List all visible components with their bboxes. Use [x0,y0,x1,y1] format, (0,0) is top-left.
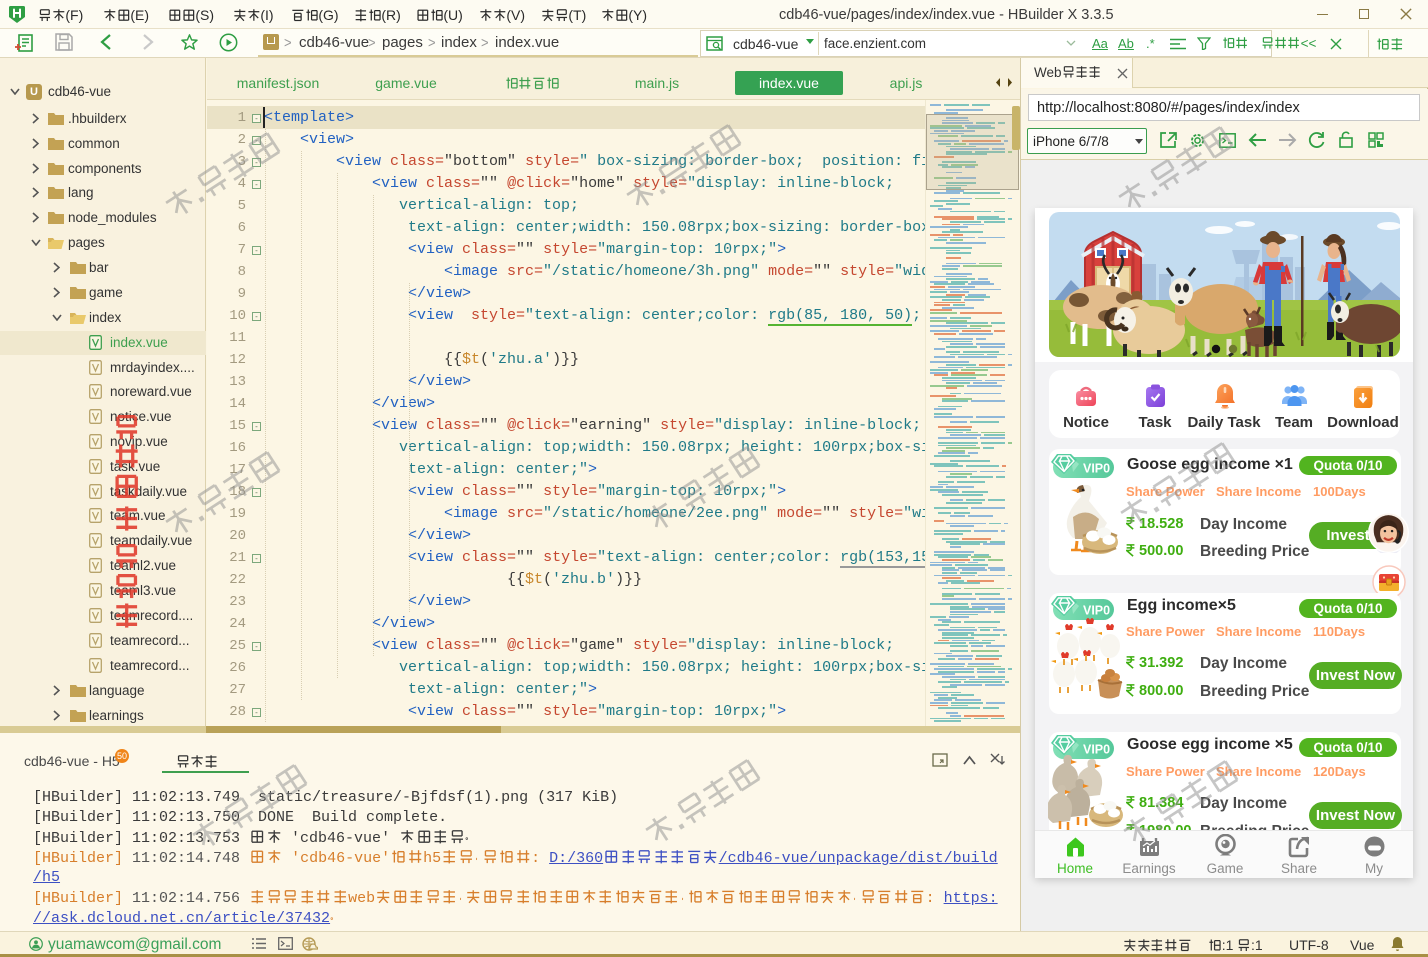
svg-text:VIP0: VIP0 [1083,462,1110,476]
